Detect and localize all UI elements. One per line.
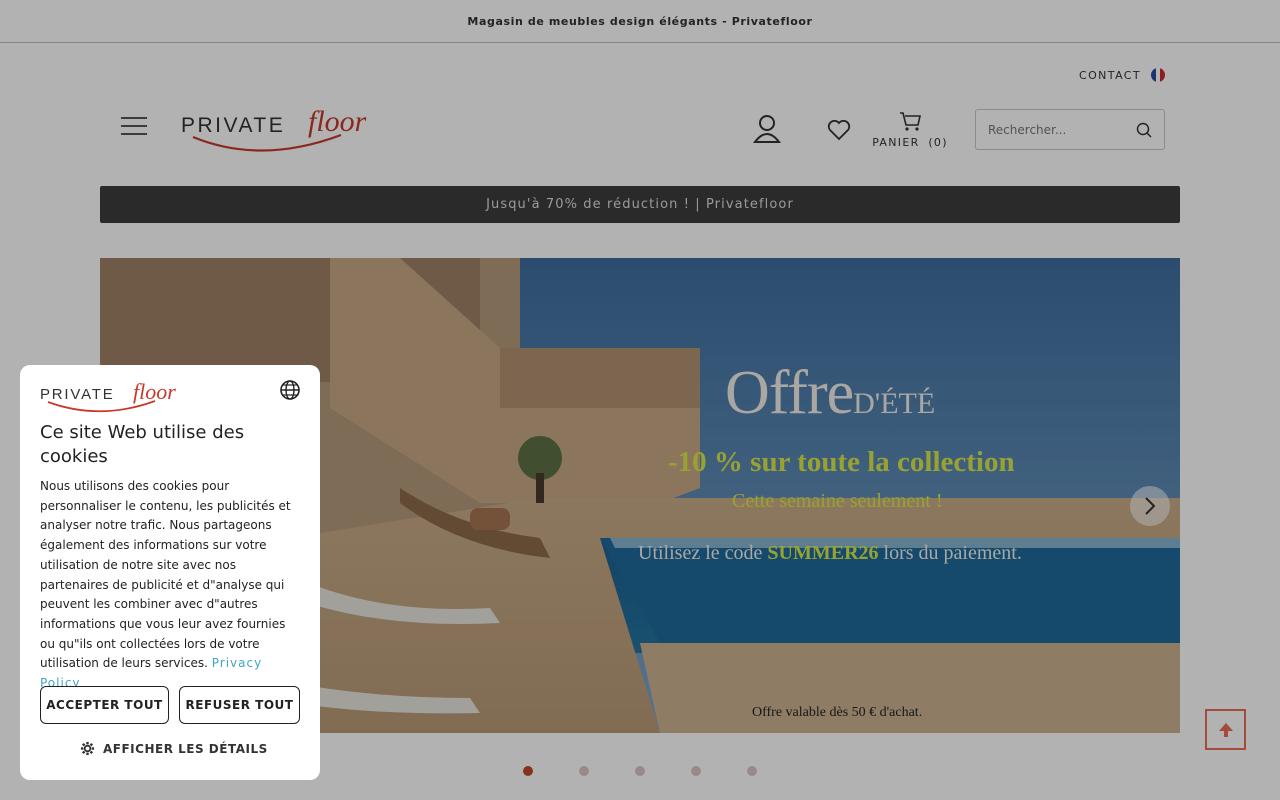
show-details-button[interactable]: AFFICHER LES DÉTAILS	[80, 741, 268, 756]
svg-text:PRIVATE: PRIVATE	[40, 386, 115, 403]
language-globe-icon[interactable]	[279, 379, 301, 405]
gear-icon	[80, 741, 95, 756]
cookie-logo: PRIVATE floor	[40, 379, 215, 417]
cookie-body-text: Nous utilisons des cookies pour personna…	[40, 479, 291, 671]
cookie-title: Ce site Web utilise des cookies	[40, 422, 245, 467]
show-details-label: AFFICHER LES DÉTAILS	[103, 741, 268, 756]
cookie-consent-dialog: PRIVATE floor Ce site Web utilise des co…	[20, 365, 320, 780]
accept-all-button[interactable]: ACCEPTER TOUT	[40, 686, 169, 724]
cookie-body: Nous utilisons des cookies pour personna…	[40, 477, 302, 694]
refuse-all-button[interactable]: REFUSER TOUT	[179, 686, 300, 724]
